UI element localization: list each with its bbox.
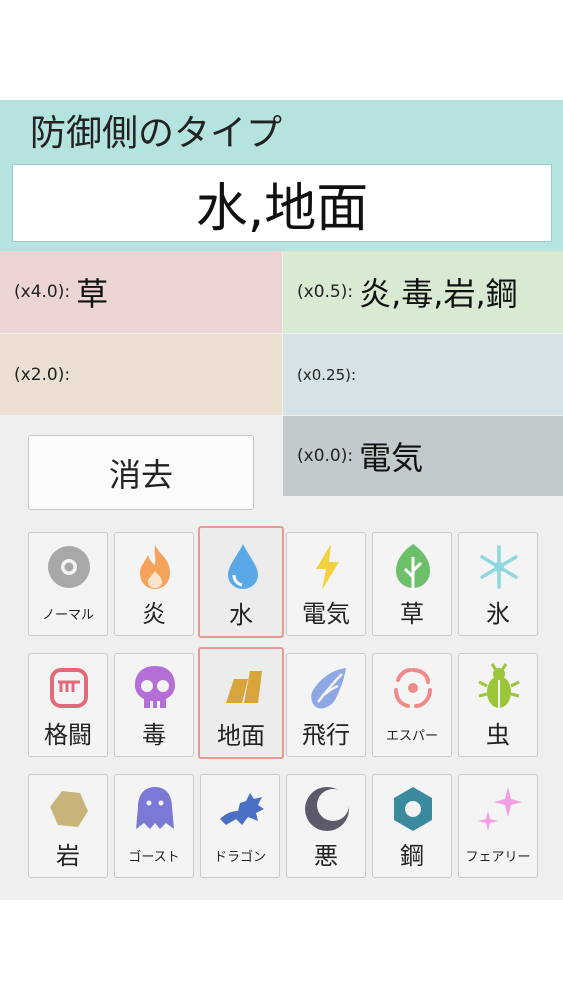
rock-icon xyxy=(50,791,88,827)
defense-type-heading: 防御側のタイプ xyxy=(30,113,283,154)
dark-icon xyxy=(305,787,349,831)
steel-icon xyxy=(394,787,432,831)
type-label: 毒 xyxy=(142,721,166,749)
type-tile-dark[interactable]: 悪 xyxy=(286,774,366,878)
ice-icon xyxy=(480,545,518,589)
grass-icon xyxy=(396,544,430,591)
effective-types: 草 xyxy=(76,275,109,313)
type-label: 悪 xyxy=(314,842,338,870)
psychic-icon xyxy=(394,668,432,708)
type-label: 虫 xyxy=(486,721,510,749)
type-grid: ノーマル 炎 水 電気 草 氷 格闘 毒 地面 飛行 エスパー 虫 岩 ゴースト… xyxy=(28,526,538,878)
effectiveness-x05: (x0.5): 炎,毒,岩,鋼 xyxy=(283,251,563,333)
type-label: 炎 xyxy=(142,600,166,628)
type-tile-steel[interactable]: 鋼 xyxy=(372,774,452,878)
effectiveness-x0: (x0.0): 電気 xyxy=(283,416,563,496)
type-tile-psychic[interactable]: エスパー xyxy=(372,653,452,757)
fairy-icon xyxy=(478,787,522,831)
type-label: 草 xyxy=(400,600,424,628)
type-label: エスパー xyxy=(385,729,438,744)
ghost-icon xyxy=(136,787,174,829)
effectiveness-x025: (x0.25): xyxy=(283,334,563,415)
multiplier-label: (x0.25): xyxy=(297,365,357,384)
type-tile-rock[interactable]: 岩 xyxy=(28,774,108,878)
bug-icon xyxy=(478,663,520,708)
fighting-icon xyxy=(50,668,88,708)
type-label: 水 xyxy=(229,601,253,629)
multiplier-label: (x4.0): xyxy=(14,282,71,302)
type-tile-flying[interactable]: 飛行 xyxy=(286,653,366,757)
multiplier-label: (x0.0): xyxy=(297,446,354,466)
type-tile-grass[interactable]: 草 xyxy=(372,532,452,636)
effective-types: 炎,毒,岩,鋼 xyxy=(359,275,518,313)
type-tile-ghost[interactable]: ゴースト xyxy=(114,774,194,878)
multiplier-label: (x0.5): xyxy=(297,282,354,302)
type-label: 鋼 xyxy=(400,842,424,870)
effectiveness-x4: (x4.0): 草 xyxy=(0,251,282,333)
type-label: ドラゴン xyxy=(213,850,266,865)
effectiveness-x2: (x2.0): xyxy=(0,334,282,415)
multiplier-label: (x2.0): xyxy=(14,364,71,385)
type-tile-bug[interactable]: 虫 xyxy=(458,653,538,757)
type-tile-fire[interactable]: 炎 xyxy=(114,532,194,636)
type-tile-fairy[interactable]: フェアリー xyxy=(458,774,538,878)
type-label: 飛行 xyxy=(302,721,350,749)
type-tile-poison[interactable]: 毒 xyxy=(114,653,194,757)
fire-icon xyxy=(140,545,170,589)
type-tile-normal[interactable]: ノーマル xyxy=(28,532,108,636)
type-label: 氷 xyxy=(486,600,510,628)
type-calculator: 防御側のタイプ 水,地面 (x4.0): 草 (x0.5): 炎,毒,岩,鋼 (… xyxy=(0,100,563,900)
defense-type-panel: 防御側のタイプ 水,地面 xyxy=(0,100,563,251)
effective-types: 電気 xyxy=(359,439,424,477)
type-tile-ground[interactable]: 地面 xyxy=(198,647,284,759)
normal-icon xyxy=(48,546,90,588)
type-label: 岩 xyxy=(56,842,80,870)
type-tile-dragon[interactable]: ドラゴン xyxy=(200,774,280,878)
electric-icon xyxy=(316,544,339,590)
type-tile-ice[interactable]: 氷 xyxy=(458,532,538,636)
type-tile-electric[interactable]: 電気 xyxy=(286,532,366,636)
clear-button[interactable]: 消去 xyxy=(28,435,254,510)
type-label: 電気 xyxy=(302,600,350,628)
type-label: 地面 xyxy=(217,722,265,750)
poison-icon xyxy=(135,666,175,708)
type-label: フェアリー xyxy=(465,850,531,865)
type-label: ゴースト xyxy=(128,850,180,865)
type-tile-water[interactable]: 水 xyxy=(198,526,284,638)
flying-icon xyxy=(311,668,346,709)
defense-type-value: 水,地面 xyxy=(12,164,552,242)
type-tile-fighting[interactable]: 格闘 xyxy=(28,653,108,757)
ground-icon xyxy=(226,671,262,703)
water-icon xyxy=(228,544,258,589)
type-label: ノーマル xyxy=(41,608,94,623)
type-label: 格闘 xyxy=(44,721,92,749)
dragon-icon xyxy=(220,793,264,825)
